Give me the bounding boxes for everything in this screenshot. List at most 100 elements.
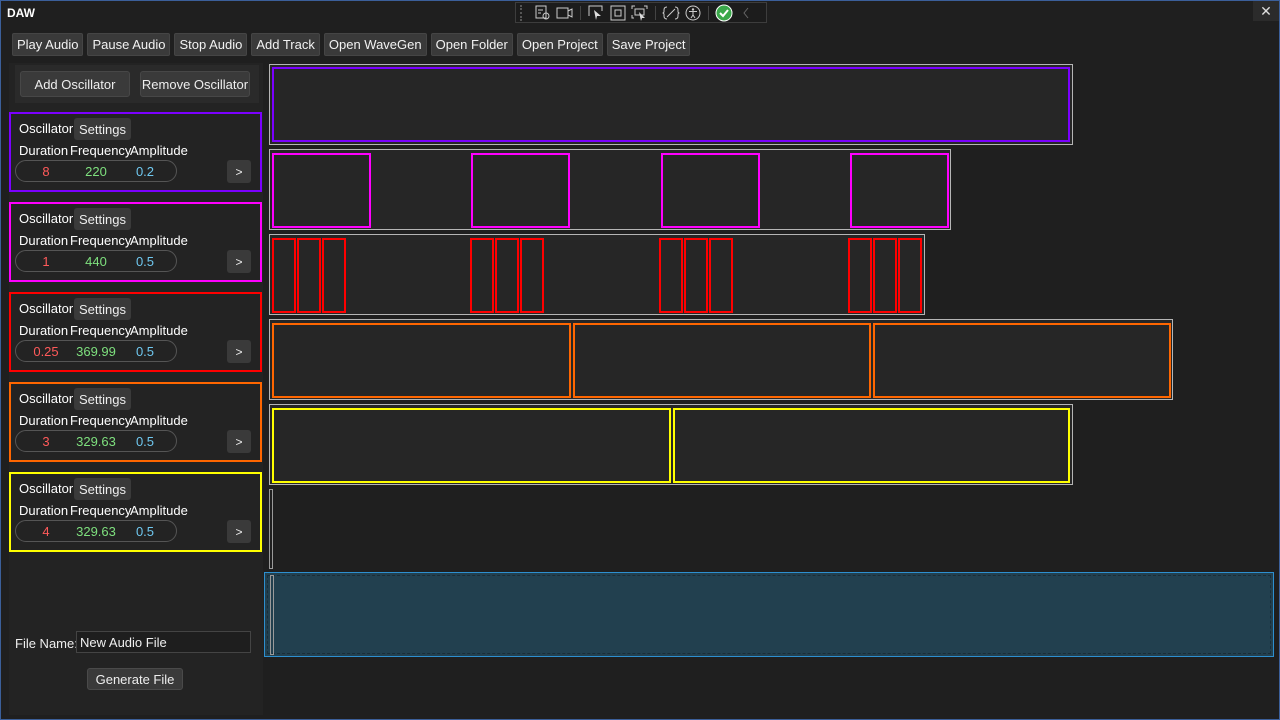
clip[interactable] [873, 238, 897, 313]
close-button[interactable]: ✕ [1253, 1, 1279, 21]
clip[interactable] [470, 238, 494, 313]
main-toolbar: Play Audio Pause Audio Stop Audio Add Tr… [12, 33, 691, 56]
track-7-empty[interactable] [270, 575, 274, 655]
toolbar-grip[interactable] [520, 4, 526, 21]
oscillator-values[interactable]: 3 329.63 0.5 [15, 430, 177, 452]
collapse-chevron-icon[interactable] [735, 4, 757, 22]
binding-failures-icon[interactable] [660, 4, 682, 22]
pointer-select-icon[interactable] [585, 4, 607, 22]
oscillator-card: Oscillator Settings Duration Frequency Ampli… [9, 202, 262, 282]
expand-button[interactable]: > [227, 340, 251, 363]
accessibility-icon[interactable] [682, 4, 704, 22]
add-track-button[interactable]: Add Track [251, 33, 320, 56]
oscillator-label: Oscillator [19, 481, 74, 496]
track-5[interactable] [269, 404, 1073, 485]
clip[interactable] [272, 323, 571, 398]
track-6-empty[interactable] [269, 489, 273, 569]
track-focus-icon[interactable] [629, 4, 651, 22]
oscillator-values[interactable]: 4 329.63 0.5 [15, 520, 177, 542]
remove-oscillator-button[interactable]: Remove Oscillator [140, 71, 250, 97]
track-drop-zone[interactable] [264, 572, 1274, 657]
track-3[interactable] [269, 234, 925, 315]
amplitude-value[interactable]: 0.5 [115, 254, 175, 269]
frequency-header: Frequency [70, 323, 132, 338]
clip[interactable] [673, 408, 1070, 483]
daw-window: DAW ✕ Play Audio Pause Audio Stop Audio … [0, 0, 1280, 720]
pause-audio-button[interactable]: Pause Audio [87, 33, 171, 56]
oscillator-label: Oscillator [19, 121, 74, 136]
oscillator-label: Oscillator [19, 301, 74, 316]
track-4[interactable] [269, 319, 1173, 400]
clip[interactable] [272, 67, 1070, 142]
check-ok-icon[interactable] [713, 4, 735, 22]
clip[interactable] [272, 408, 671, 483]
clip[interactable] [850, 153, 949, 228]
oscillator-values[interactable]: 0.25 369.99 0.5 [15, 340, 177, 362]
clip[interactable] [573, 323, 871, 398]
duration-header: Duration [19, 323, 69, 338]
separator [655, 5, 656, 20]
debug-toolbar [515, 2, 767, 23]
open-wavegen-button[interactable]: Open WaveGen [323, 33, 427, 56]
amplitude-value[interactable]: 0.5 [115, 344, 175, 359]
oscillator-values[interactable]: 1 440 0.5 [15, 250, 177, 272]
expand-button[interactable]: > [227, 250, 251, 273]
track-2[interactable] [269, 149, 951, 230]
clip[interactable] [322, 238, 346, 313]
settings-button[interactable]: Settings [74, 298, 131, 320]
clip[interactable] [495, 238, 519, 313]
layout-adorner-icon[interactable] [607, 4, 629, 22]
amplitude-value[interactable]: 0.5 [115, 524, 175, 539]
generate-file-button[interactable]: Generate File [87, 668, 183, 690]
amplitude-value[interactable]: 0.5 [115, 434, 175, 449]
oscillator-panel: Add Oscillator Remove Oscillator Oscilla… [9, 63, 263, 715]
separator [580, 5, 581, 20]
clip[interactable] [520, 238, 544, 313]
play-audio-button[interactable]: Play Audio [12, 33, 84, 56]
clip[interactable] [272, 238, 296, 313]
select-element-icon[interactable] [532, 4, 554, 22]
amplitude-header: Amplitude [130, 323, 188, 338]
open-project-button[interactable]: Open Project [516, 33, 603, 56]
oscillator-card: Oscillator Settings Duration Frequency Ampli… [9, 112, 262, 192]
clip[interactable] [898, 238, 922, 313]
clip[interactable] [471, 153, 570, 228]
amplitude-header: Amplitude [130, 413, 188, 428]
record-video-icon[interactable] [554, 4, 576, 22]
settings-button[interactable]: Settings [74, 388, 131, 410]
settings-button[interactable]: Settings [74, 478, 131, 500]
clip[interactable] [848, 238, 872, 313]
clip[interactable] [297, 238, 321, 313]
clip[interactable] [684, 238, 708, 313]
open-folder-button[interactable]: Open Folder [430, 33, 513, 56]
amplitude-header: Amplitude [130, 503, 188, 518]
duration-header: Duration [19, 233, 69, 248]
file-name-input[interactable] [76, 631, 251, 653]
clip[interactable] [661, 153, 760, 228]
track-1[interactable] [269, 64, 1073, 145]
expand-button[interactable]: > [227, 160, 251, 183]
save-project-button[interactable]: Save Project [606, 33, 691, 56]
amplitude-header: Amplitude [130, 143, 188, 158]
clip[interactable] [659, 238, 683, 313]
frequency-header: Frequency [70, 503, 132, 518]
duration-header: Duration [19, 503, 69, 518]
drop-zone-focus-border [267, 575, 1271, 654]
oscillator-card: Oscillator Settings Duration Frequency Ampli… [9, 472, 262, 552]
stop-audio-button[interactable]: Stop Audio [174, 33, 248, 56]
separator [708, 5, 709, 20]
expand-button[interactable]: > [227, 520, 251, 543]
oscillator-actions: Add Oscillator Remove Oscillator [15, 65, 259, 103]
settings-button[interactable]: Settings [74, 118, 131, 140]
clip[interactable] [272, 153, 371, 228]
expand-button[interactable]: > [227, 430, 251, 453]
title-bar: DAW ✕ [1, 1, 1279, 25]
add-oscillator-button[interactable]: Add Oscillator [20, 71, 130, 97]
frequency-header: Frequency [70, 413, 132, 428]
oscillator-values[interactable]: 8 220 0.2 [15, 160, 177, 182]
clip[interactable] [709, 238, 733, 313]
clip[interactable] [873, 323, 1171, 398]
duration-header: Duration [19, 143, 69, 158]
amplitude-value[interactable]: 0.2 [115, 164, 175, 179]
settings-button[interactable]: Settings [74, 208, 131, 230]
